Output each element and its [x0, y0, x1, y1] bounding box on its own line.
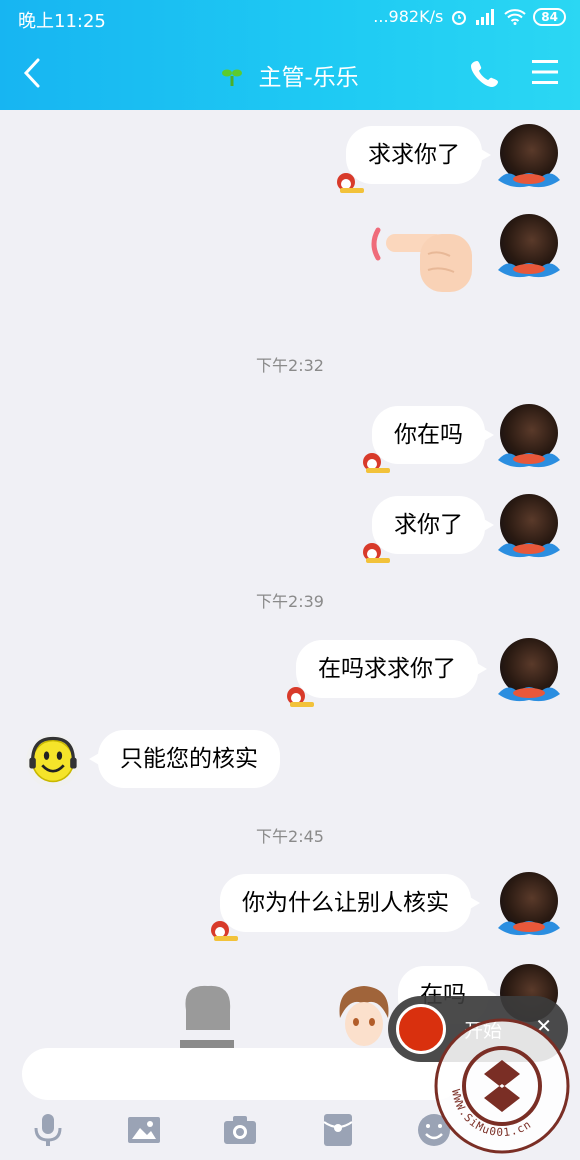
chat-header: 主管-乐乐	[0, 36, 580, 110]
status-time: 晚上11:25	[18, 11, 106, 32]
mic-icon[interactable]	[30, 1112, 66, 1148]
network-speed: ...982K/s	[373, 7, 444, 26]
avatar-self[interactable]	[498, 404, 560, 468]
timestamp: 下午2:39	[256, 592, 324, 611]
pointing-hand-sticker[interactable]	[368, 220, 476, 296]
avatar-self[interactable]	[498, 214, 560, 278]
chat-title-text: 主管-乐乐	[258, 65, 359, 91]
avatar-cloud-frame-icon	[498, 453, 560, 468]
wifi-icon	[504, 8, 526, 25]
status-indicators: ...982K/s 84	[373, 7, 566, 26]
ghost-avatar-icon	[180, 985, 234, 1050]
message-input[interactable]	[22, 1048, 462, 1100]
signal-icon	[476, 8, 495, 25]
message-bubble-incoming[interactable]: 只能您的核实	[89, 730, 280, 788]
avatar-cloud-frame-icon	[498, 173, 560, 188]
avatar-self[interactable]	[498, 872, 560, 936]
red-packet-icon[interactable]	[320, 1112, 356, 1148]
sprout-icon	[222, 69, 243, 86]
camera-icon[interactable]	[222, 1112, 258, 1148]
avatar-self[interactable]	[498, 494, 560, 558]
watermark-seal-logo: WWW.SiMu001.cn	[434, 1018, 570, 1154]
anime-character-icon	[339, 986, 389, 1046]
bubble-decoration-icon	[287, 687, 314, 707]
avatar-cloud-frame-icon	[498, 263, 560, 278]
status-bar: 晚上11:25 ...982K/s 84	[0, 0, 580, 36]
battery-indicator: 84	[533, 7, 566, 26]
bubble-decoration-icon	[337, 173, 364, 193]
avatar-self[interactable]	[498, 124, 560, 188]
menu-icon[interactable]	[530, 58, 560, 86]
timestamp: 下午2:32	[256, 356, 324, 375]
avatar-cloud-frame-icon	[498, 921, 560, 936]
bubble-decoration-icon	[211, 921, 238, 941]
image-icon[interactable]	[126, 1112, 162, 1148]
bubble-decoration-icon	[363, 453, 390, 473]
avatar-cloud-frame-icon	[498, 543, 560, 558]
avatar-contact-smiley-icon[interactable]	[24, 732, 82, 790]
message-bubble-outgoing[interactable]: 求求你了	[346, 126, 491, 184]
message-bubble-outgoing[interactable]: 在吗求求你了	[296, 640, 487, 698]
avatar-self[interactable]	[498, 638, 560, 702]
bubble-decoration-icon	[363, 543, 390, 563]
message-bubble-outgoing[interactable]: 你为什么让别人核实	[220, 874, 480, 932]
phone-icon[interactable]	[470, 58, 500, 88]
avatar-cloud-frame-icon	[498, 687, 560, 702]
top-bar: 晚上11:25 ...982K/s 84 主管-乐乐	[0, 0, 580, 110]
alarm-icon	[452, 10, 467, 25]
timestamp: 下午2:45	[256, 827, 324, 846]
